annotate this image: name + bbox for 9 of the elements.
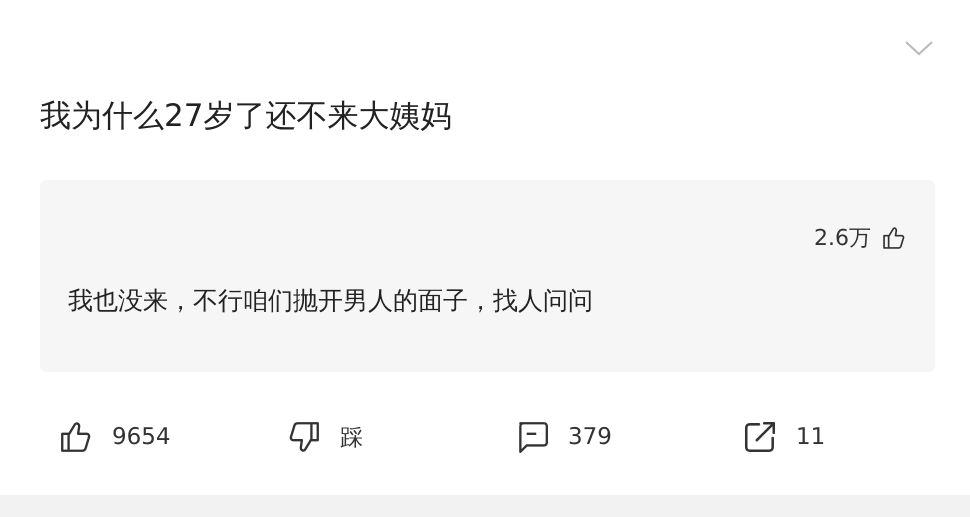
dislike-button[interactable]: 踩 — [286, 417, 514, 457]
comment-button[interactable]: 379 — [514, 417, 742, 457]
share-icon — [742, 419, 778, 455]
share-button[interactable]: 11 — [742, 417, 970, 457]
thumbs-up-icon[interactable] — [881, 225, 907, 251]
question-title: 我为什么27岁了还不来大姨妈 — [40, 97, 452, 136]
like-button[interactable]: 9654 — [58, 417, 286, 457]
like-count: 2.6万 — [814, 225, 871, 253]
comment-text: 我也没来，不行咱们抛开男人的面子，找人问问 — [68, 285, 594, 317]
